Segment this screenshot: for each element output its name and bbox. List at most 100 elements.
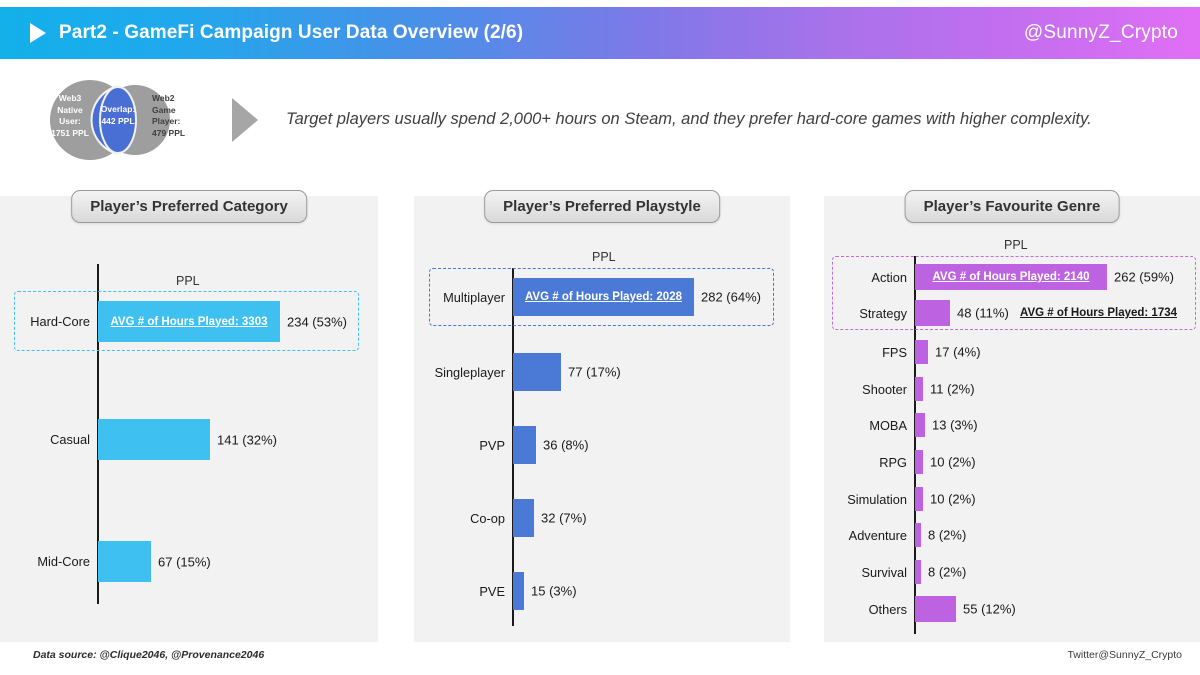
bar-row-rpg: RPG 10 (2%) [879, 450, 976, 474]
bar-others [915, 596, 956, 622]
bar-value-adventure: 8 (2%) [928, 527, 967, 543]
bar-annotation-hardcore: AVG # of Hours Played: 3303 [110, 315, 268, 328]
bar-multiplayer: AVG # of Hours Played: 2028 [513, 278, 694, 316]
bar-row-coop: Co-op 32 (7%) [470, 499, 587, 537]
bar-value-survival: 8 (2%) [928, 564, 967, 580]
bar-row-survival: Survival 8 (2%) [861, 560, 966, 584]
venn-web2-label: Web2 Game Player: 479 PPL [152, 93, 218, 139]
bar-simulation [915, 487, 923, 511]
bar-midcore [98, 541, 151, 582]
bar-pve [513, 572, 524, 610]
page-title: Part2 - GameFi Campaign User Data Overvi… [59, 22, 524, 43]
venn-overlap-line1: Overlap: [100, 104, 136, 114]
bar-label-action: Action [871, 269, 907, 285]
venn-web2-line2: Game [152, 104, 176, 115]
bar-label-singleplayer: Singleplayer [434, 364, 505, 380]
bar-value-others: 55 (12%) [963, 601, 1016, 617]
bar-label-adventure: Adventure [848, 527, 907, 543]
bar-annotation-multiplayer: AVG # of Hours Played: 2028 [524, 291, 682, 303]
venn-overlap-label: Overlap: 442 PPL [95, 104, 141, 127]
bar-label-rpg: RPG [879, 454, 907, 470]
bar-label-moba: MOBA [869, 417, 907, 433]
bar-value-pve: 15 (3%) [531, 583, 577, 599]
bar-label-coop: Co-op [470, 510, 505, 526]
bar-label-simulation: Simulation [847, 491, 907, 507]
bar-row-pvp: PVP 36 (8%) [479, 426, 589, 464]
chart-panel-category: Player’s Preferred Category PPL Hard-Cor… [0, 190, 378, 642]
bar-label-casual: Casual [50, 432, 90, 447]
panel-title-category: Player’s Preferred Category [71, 190, 307, 223]
bar-row-shooter: Shooter 11 (2%) [862, 377, 975, 401]
bar-row-moba: MOBA 13 (3%) [869, 413, 978, 437]
twitter-credit: Twitter@SunnyZ_Crypto [1067, 649, 1182, 661]
chart-panel-genre: Player’s Favourite Genre PPL Action AVG … [824, 190, 1200, 642]
bar-value-moba: 13 (3%) [932, 417, 978, 433]
bar-value-singleplayer: 77 (17%) [568, 364, 621, 380]
bar-label-pvp: PVP [479, 437, 505, 453]
bar-rpg [915, 450, 923, 474]
bar-value-coop: 32 (7%) [541, 510, 587, 526]
bar-label-pve: PVE [479, 583, 505, 599]
bar-moba [915, 413, 925, 437]
panel-title-genre: Player’s Favourite Genre [904, 190, 1120, 223]
venn-web3-line1: Web3 [58, 93, 82, 103]
bar-strategy [915, 300, 950, 326]
bar-action: AVG # of Hours Played: 2140 [915, 264, 1107, 290]
bar-row-others: Others 55 (12%) [869, 596, 1016, 622]
bar-label-shooter: Shooter [862, 381, 907, 397]
venn-overlap-line2: 442 PPL [101, 115, 135, 126]
bar-label-midcore: Mid-Core [37, 554, 90, 569]
play-triangle-icon [30, 23, 46, 43]
bar-value-pvp: 36 (8%) [543, 437, 589, 453]
venn-web3-line2: Native [57, 104, 83, 115]
bar-value-simulation: 10 (2%) [930, 491, 976, 507]
bar-label-survival: Survival [861, 564, 907, 580]
panel-title-playstyle: Player’s Preferred Playstyle [484, 190, 720, 223]
bar-row-multiplayer: Multiplayer AVG # of Hours Played: 2028 … [443, 278, 761, 316]
bar-value-hardcore: 234 (53%) [287, 314, 347, 329]
venn-web3-line4: 1751 PPL [51, 127, 89, 138]
bar-row-casual: Casual 141 (32%) [50, 419, 277, 460]
bar-value-action: 262 (59%) [1114, 269, 1174, 285]
bar-hardcore: AVG # of Hours Played: 3303 [98, 301, 280, 342]
bar-fps [915, 340, 928, 364]
venn-web2-line4: 479 PPL [152, 127, 186, 138]
author-handle: @SunnyZ_Crypto [1023, 22, 1178, 43]
bar-value-rpg: 10 (2%) [930, 454, 976, 470]
bar-annotation-action: AVG # of Hours Played: 2140 [932, 271, 1090, 283]
axis-label-ppl-3: PPL [1004, 238, 1028, 252]
venn-web2-line1: Web2 [152, 93, 175, 103]
bar-value-strategy: 48 (11%) [957, 305, 1009, 321]
axis-label-ppl-1: PPL [176, 274, 200, 288]
bar-adventure [915, 523, 921, 547]
bar-casual [98, 419, 210, 460]
bar-row-hardcore: Hard-Core AVG # of Hours Played: 3303 23… [30, 301, 347, 342]
axis-label-ppl-2: PPL [592, 250, 616, 264]
bar-label-fps: FPS [882, 344, 907, 360]
chart-panel-playstyle: Player’s Preferred Playstyle PPL Multipl… [414, 190, 790, 642]
bar-survival [915, 560, 921, 584]
arrow-right-icon [232, 98, 258, 142]
bar-row-fps: FPS 17 (4%) [882, 340, 981, 364]
bar-label-strategy: Strategy [859, 305, 907, 321]
bar-value-casual: 141 (32%) [217, 432, 277, 447]
bar-value-fps: 17 (4%) [935, 344, 981, 360]
bar-row-adventure: Adventure 8 (2%) [849, 523, 966, 547]
bar-label-multiplayer: Multiplayer [443, 289, 505, 305]
bar-row-pve: PVE 15 (3%) [479, 572, 577, 610]
bar-singleplayer [513, 353, 561, 391]
bar-value-midcore: 67 (15%) [158, 554, 211, 569]
bar-row-action: Action AVG # of Hours Played: 2140 262 (… [871, 264, 1174, 290]
data-source-note: Data source: @Clique2046, @Provenance204… [33, 649, 265, 661]
bar-pvp [513, 426, 536, 464]
header-left-group: Part2 - GameFi Campaign User Data Overvi… [30, 22, 523, 44]
bar-label-hardcore: Hard-Core [30, 314, 90, 329]
bar-row-strategy: Strategy 48 (11%) AVG # of Hours Played:… [859, 300, 1177, 326]
bar-shooter [915, 377, 923, 401]
bar-value-multiplayer: 282 (64%) [701, 289, 761, 305]
venn-web3-line3: User: [59, 116, 81, 126]
bar-value-shooter: 11 (2%) [930, 381, 975, 397]
slide-root: Part2 - GameFi Campaign User Data Overvi… [0, 0, 1200, 675]
bar-coop [513, 499, 534, 537]
bar-row-midcore: Mid-Core 67 (15%) [37, 541, 211, 582]
